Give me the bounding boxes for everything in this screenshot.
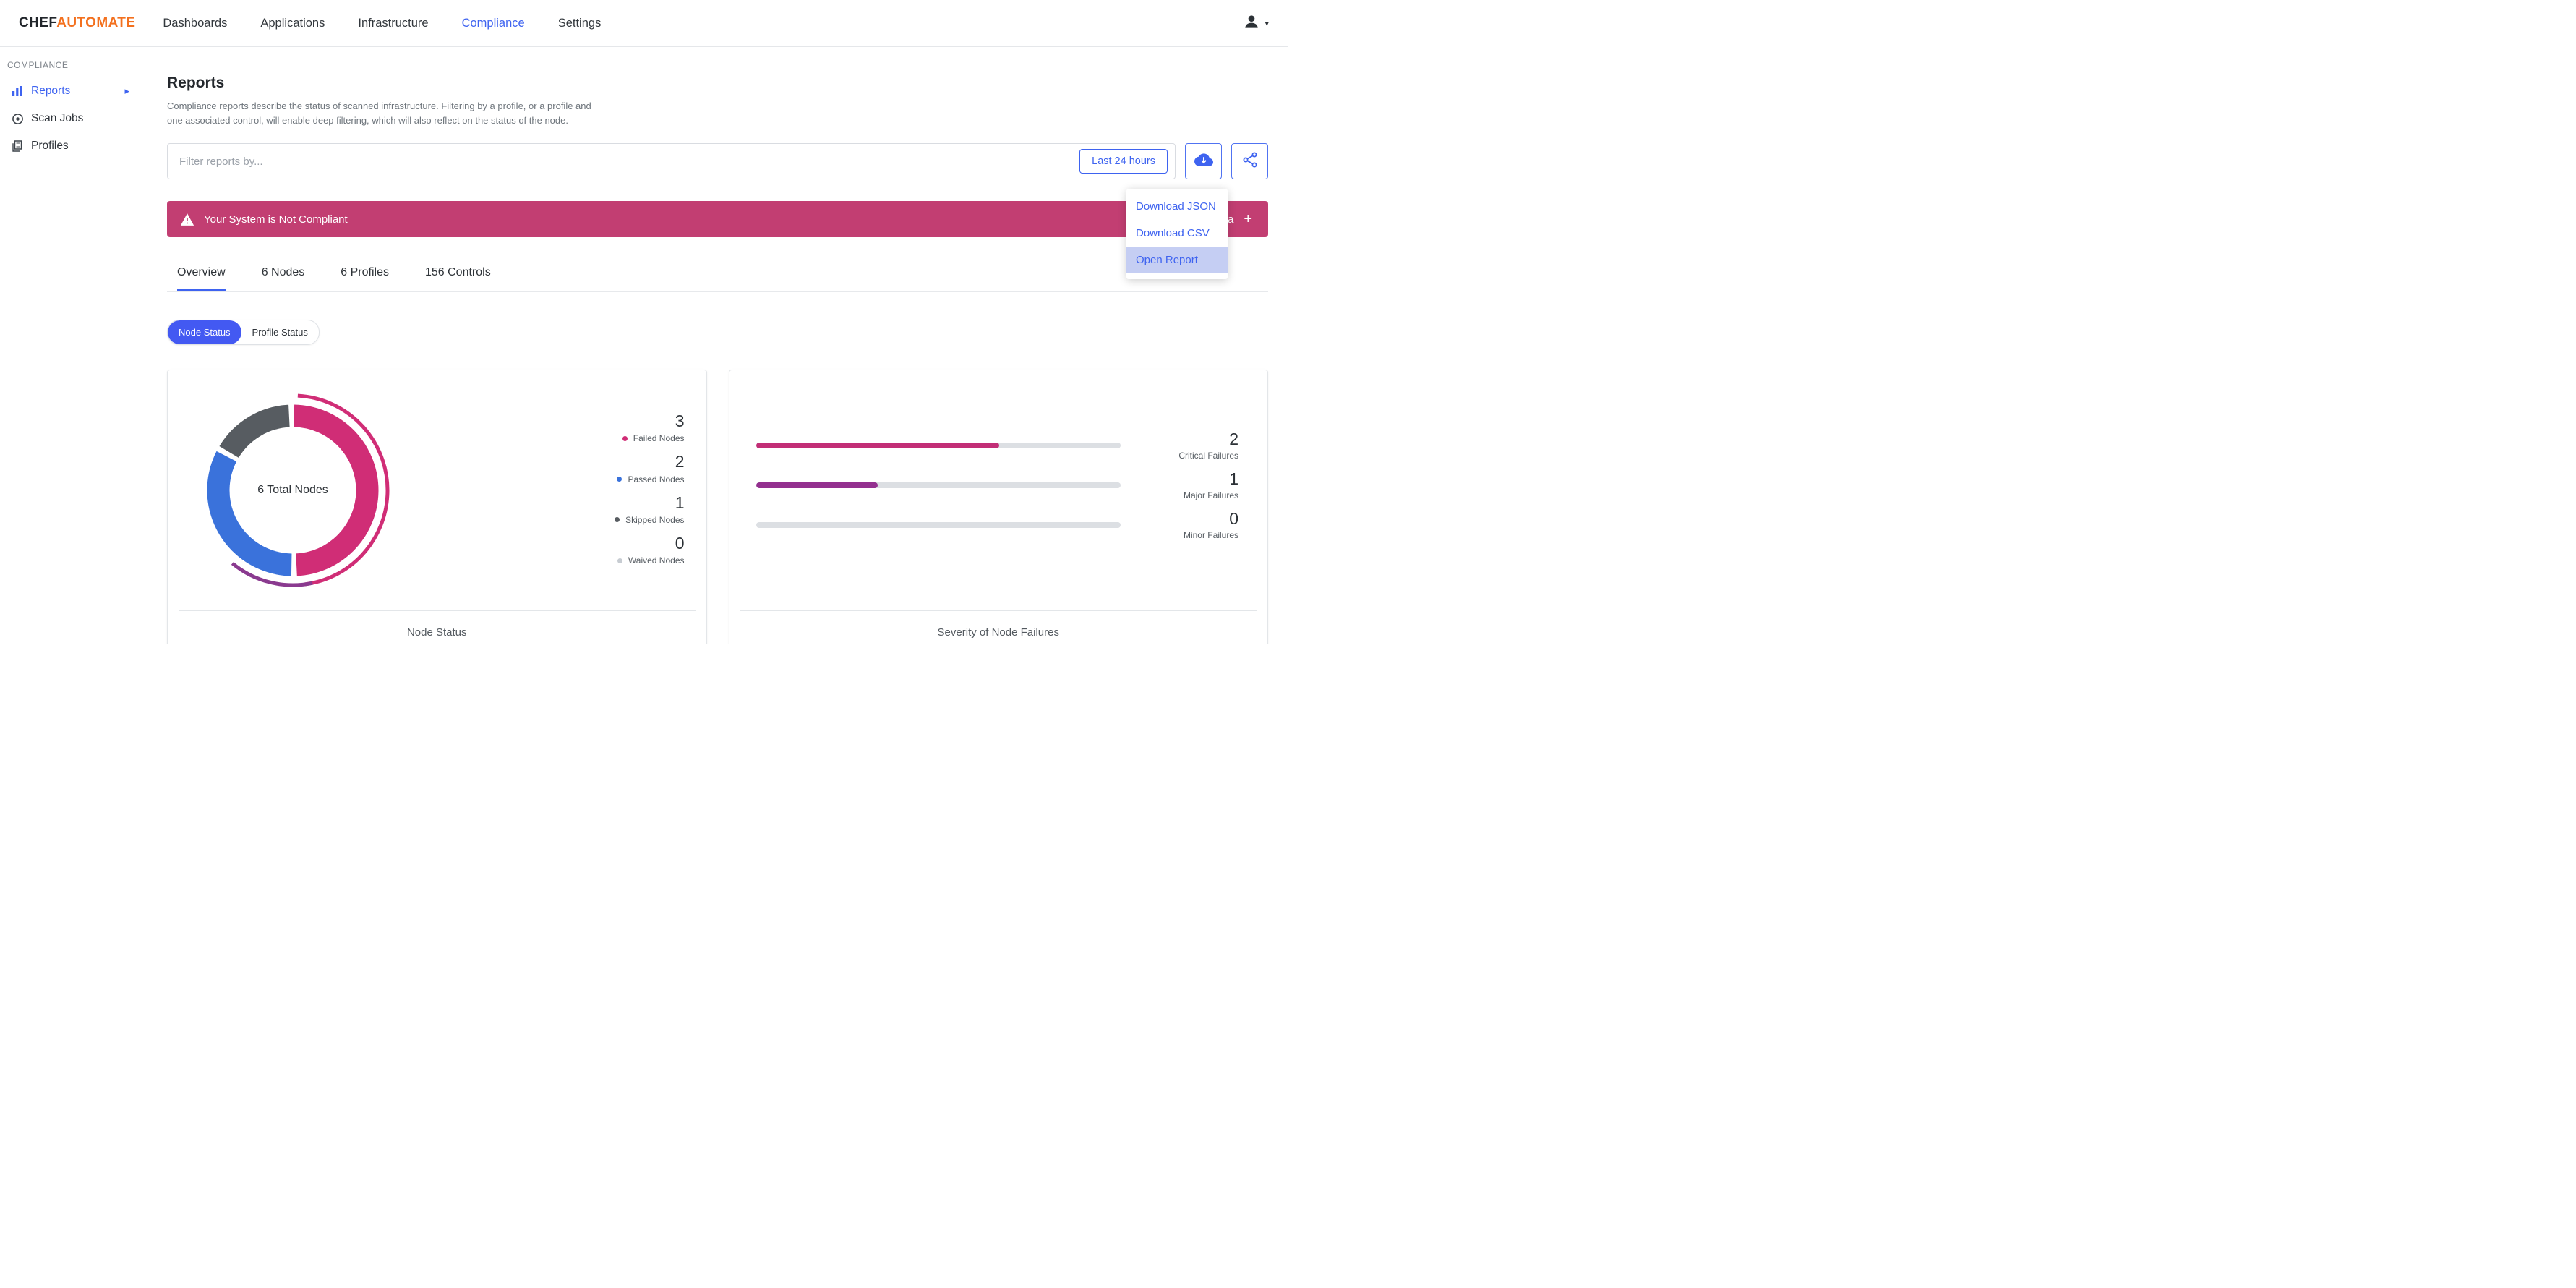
severity-card-title: Severity of Node Failures <box>740 610 1257 639</box>
major-label: Major Failures <box>1183 490 1238 501</box>
severity-row-critical: 2 Critical Failures <box>756 428 1238 463</box>
download-report-button[interactable] <box>1185 143 1222 179</box>
warning-triangle-icon <box>180 213 194 226</box>
node-status-card: 6 Total Nodes 3 Failed Nodes 2 Passed No… <box>167 370 707 644</box>
menu-item-open-report[interactable]: Open Report <box>1126 247 1228 273</box>
main-content: Reports Compliance reports describe the … <box>140 47 1288 644</box>
severity-row-major: 1 Major Failures <box>756 468 1238 503</box>
compliance-status-banner: Your System is Not Compliant Report Meta… <box>167 201 1268 237</box>
sidebar-item-profiles[interactable]: Profiles <box>0 132 140 160</box>
waived-count: 0 <box>675 533 685 553</box>
sidebar-item-label: Profiles <box>31 140 69 152</box>
nav-infrastructure[interactable]: Infrastructure <box>358 17 428 30</box>
download-dropdown-menu: Download JSON Download CSV Open Report <box>1126 189 1228 279</box>
failed-count: 3 <box>675 411 685 430</box>
passed-count: 2 <box>675 452 685 472</box>
share-icon <box>1241 151 1259 172</box>
failed-dot-icon <box>622 435 628 441</box>
share-report-button[interactable] <box>1231 143 1268 179</box>
critical-bar-fill <box>756 443 999 448</box>
banner-message: Your System is Not Compliant <box>204 213 348 226</box>
node-status-card-title: Node Status <box>179 610 696 639</box>
filter-reports-input[interactable] <box>167 143 1176 179</box>
toggle-profile-status[interactable]: Profile Status <box>241 320 319 344</box>
legend-item-failed: 3 Failed Nodes <box>622 411 685 444</box>
bar-chart-icon <box>11 85 24 98</box>
major-bar-track <box>756 482 1121 488</box>
sidebar-item-reports[interactable]: Reports ▸ <box>0 77 140 105</box>
tab-profiles[interactable]: 6 Profiles <box>341 266 389 291</box>
major-count: 1 <box>1229 469 1238 488</box>
skipped-count: 1 <box>675 492 685 512</box>
passed-dot-icon <box>617 477 622 482</box>
menu-item-download-csv[interactable]: Download CSV <box>1126 220 1228 247</box>
user-icon <box>1242 12 1261 35</box>
logo-automate: AUTOMATE <box>56 15 136 30</box>
critical-label: Critical Failures <box>1178 451 1238 461</box>
minor-label: Minor Failures <box>1183 530 1238 541</box>
failed-label: Failed Nodes <box>633 433 685 444</box>
tab-nodes[interactable]: 6 Nodes <box>262 266 305 291</box>
chef-automate-logo[interactable]: CHEFAUTOMATE <box>19 15 135 31</box>
filter-input-wrap: Last 24 hours <box>167 143 1176 179</box>
tab-controls[interactable]: 156 Controls <box>425 266 491 291</box>
compliance-reports-page: CHEFAUTOMATE Dashboards Applications Inf… <box>0 0 1288 644</box>
overview-cards: 6 Total Nodes 3 Failed Nodes 2 Passed No… <box>167 370 1268 644</box>
legend-item-skipped: 1 Skipped Nodes <box>615 492 685 525</box>
node-status-donut-chart: 6 Total Nodes <box>192 389 394 592</box>
donut-center-label: 6 Total Nodes <box>257 484 328 496</box>
filter-toolbar: Last 24 hours Download JSON Download CSV <box>167 143 1268 279</box>
menu-item-download-json[interactable]: Download JSON <box>1126 193 1228 220</box>
page-description-line1: Compliance reports describe the status o… <box>167 101 591 111</box>
severity-row-minor: 0 Minor Failures <box>756 508 1238 542</box>
waived-dot-icon <box>617 558 622 563</box>
tab-overview[interactable]: Overview <box>177 266 226 291</box>
page-title: Reports <box>167 74 225 91</box>
critical-bar-track <box>756 443 1121 448</box>
node-status-legend: 3 Failed Nodes 2 Passed Nodes 1 Skipped … <box>615 411 685 575</box>
sidebar-item-label: Reports <box>31 85 71 97</box>
waived-label: Waived Nodes <box>628 555 685 566</box>
logo-chef: CHEF <box>19 15 57 30</box>
top-navbar: CHEFAUTOMATE Dashboards Applications Inf… <box>0 0 1288 47</box>
nav-applications[interactable]: Applications <box>260 17 325 30</box>
nav-compliance[interactable]: Compliance <box>462 17 525 30</box>
sidebar-item-label: Scan Jobs <box>31 112 84 124</box>
sidebar-section-label: COMPLIANCE <box>7 60 69 70</box>
legend-item-passed: 2 Passed Nodes <box>617 452 685 485</box>
scan-target-icon <box>11 112 24 125</box>
passed-label: Passed Nodes <box>628 474 685 485</box>
toggle-node-status[interactable]: Node Status <box>168 320 241 344</box>
nav-settings[interactable]: Settings <box>558 17 602 30</box>
chevron-down-icon: ▾ <box>1265 19 1269 28</box>
legend-item-waived: 0 Waived Nodes <box>617 534 685 566</box>
time-range-button[interactable]: Last 24 hours <box>1079 149 1168 174</box>
report-tabs: Overview 6 Nodes 6 Profiles 156 Controls <box>167 266 1268 292</box>
minor-bar-track <box>756 522 1121 528</box>
compliance-sidebar: COMPLIANCE Reports ▸ Scan Jobs Profiles <box>0 47 140 644</box>
plus-icon: + <box>1244 211 1252 227</box>
minor-count: 0 <box>1229 508 1238 528</box>
critical-count: 2 <box>1229 429 1238 448</box>
user-menu-button[interactable]: ▾ <box>1242 12 1269 35</box>
page-description: Compliance reports describe the status o… <box>167 99 1268 127</box>
status-toggle-group: Node Status Profile Status <box>167 320 320 345</box>
cloud-download-icon <box>1194 150 1213 173</box>
major-bar-fill <box>756 482 878 488</box>
expand-arrow-icon[interactable]: ▸ <box>124 85 129 97</box>
nav-dashboards[interactable]: Dashboards <box>163 17 227 30</box>
page-description-line2: one associated control, will enable deep… <box>167 114 568 126</box>
skipped-dot-icon <box>615 517 620 523</box>
severity-bars-chart: 2 Critical Failures 1 Major Failures 0 M… <box>729 370 1268 542</box>
main-nav: Dashboards Applications Infrastructure C… <box>163 17 601 30</box>
stacked-docs-icon <box>11 140 24 153</box>
sidebar-item-scan-jobs[interactable]: Scan Jobs <box>0 105 140 132</box>
severity-card: 2 Critical Failures 1 Major Failures 0 M… <box>728 370 1268 644</box>
skipped-label: Skipped Nodes <box>625 514 685 525</box>
